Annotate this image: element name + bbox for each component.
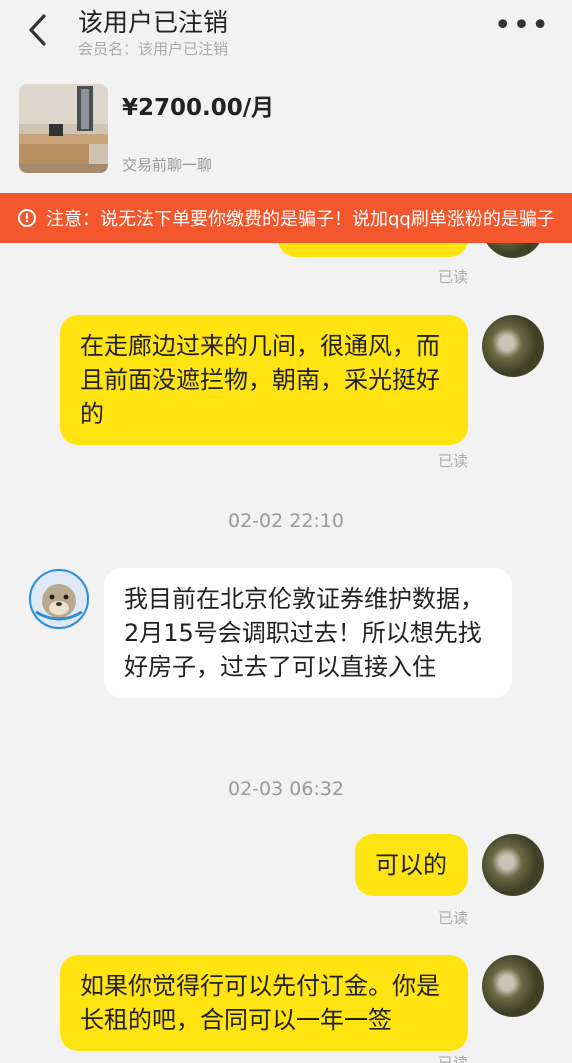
product-thumbnail[interactable] xyxy=(19,84,108,173)
message-text: 可以的 xyxy=(375,851,447,879)
product-card[interactable]: ¥2700.00/月 交易前聊一聊 xyxy=(0,70,572,190)
read-status: 已读 xyxy=(438,452,469,470)
message-bubble-me[interactable]: 在走廊边过来的几间，很通风，而且前面没遮拦物，朝南，采光挺好的 xyxy=(60,315,468,445)
chat-header: 该用户已注销 会员名：该用户已注销 ••• xyxy=(0,0,572,70)
my-avatar[interactable] xyxy=(482,834,544,896)
scam-warning-banner: ! 注意：说无法下单要你缴费的是骗子！说加qq刷单涨粉的是骗子 xyxy=(0,193,572,243)
message-text: 在走廊边过来的几间，很通风，而且前面没遮拦物，朝南，采光挺好的 xyxy=(80,332,440,428)
product-price: ¥2700.00/月 xyxy=(122,95,275,121)
my-avatar[interactable] xyxy=(482,955,544,1017)
message-text: 我目前在北京伦敦证券维护数据，2月15号会调职过去！所以想先找好房子，过去了可以… xyxy=(124,585,484,681)
message-bubble-me[interactable]: 可以的 xyxy=(355,834,468,896)
timestamp: 02-03 06:32 xyxy=(227,778,344,800)
chat-first-label: 交易前聊一聊 xyxy=(122,156,213,174)
warning-icon: ! xyxy=(18,209,36,227)
message-bubble-me[interactable]: 如果你觉得行可以先付订金。你是长租的吧，合同可以一年一签 xyxy=(60,955,468,1051)
message-text: 如果你觉得行可以先付订金。你是长租的吧，合同可以一年一签 xyxy=(80,972,440,1034)
timestamp: 02-02 22:10 xyxy=(227,510,344,532)
chevron-left-icon xyxy=(29,14,46,46)
seller-avatar[interactable] xyxy=(28,568,90,630)
my-avatar[interactable] xyxy=(482,315,544,377)
seal-avatar-icon xyxy=(29,569,89,629)
warning-text: 注意：说无法下单要你缴费的是骗子！说加qq刷单涨粉的是骗子 xyxy=(46,209,555,230)
member-name: 会员名：该用户已注销 xyxy=(78,40,229,58)
message-bubble-seller[interactable]: 我目前在北京伦敦证券维护数据，2月15号会调职过去！所以想先找好房子，过去了可以… xyxy=(104,568,512,698)
back-button[interactable] xyxy=(22,10,56,50)
read-status: 已读 xyxy=(438,909,469,927)
read-status: 已读 xyxy=(438,1054,469,1063)
more-button[interactable]: ••• xyxy=(494,11,550,41)
page-title: 该用户已注销 xyxy=(78,8,229,37)
more-horizontal-icon: ••• xyxy=(493,8,550,43)
read-status: 已读 xyxy=(438,268,469,286)
